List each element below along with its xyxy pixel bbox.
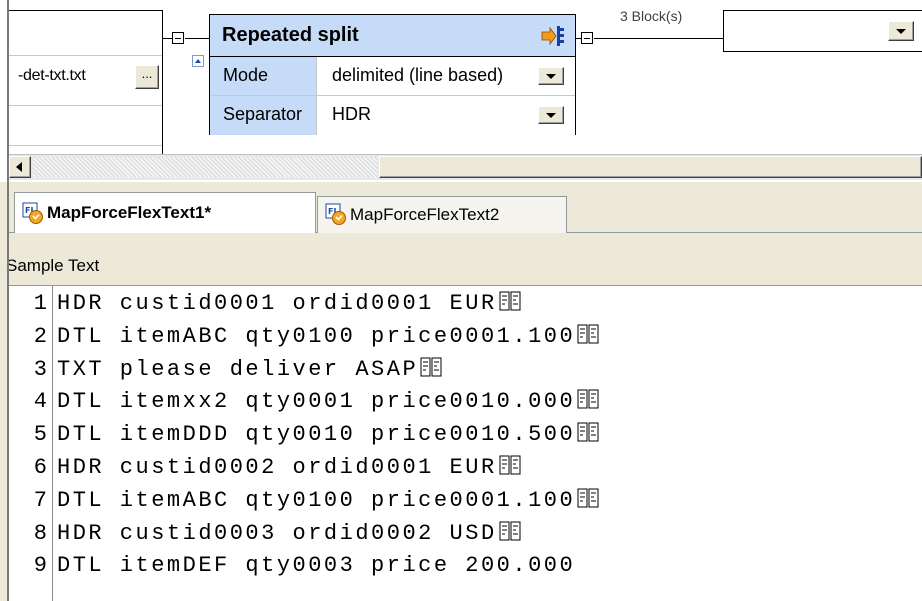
line-break-icon bbox=[499, 521, 521, 541]
repeated-split-header[interactable]: Repeated split bbox=[210, 15, 575, 57]
output-connector[interactable] bbox=[581, 32, 593, 44]
separator-dropdown[interactable] bbox=[538, 106, 564, 124]
mode-value: delimited (line based) bbox=[332, 65, 504, 85]
line-break-icon bbox=[420, 357, 442, 377]
line-text: DTL itemDDD qty0010 price0010.500 bbox=[57, 422, 599, 447]
line-content: TXT please deliver ASAP bbox=[57, 356, 419, 382]
sample-text-header: Sample Text bbox=[6, 234, 922, 286]
tab-label: MapForceFlexText1* bbox=[47, 203, 212, 222]
line-number: 1 bbox=[33, 291, 47, 316]
separator-row: Separator HDR bbox=[210, 96, 575, 134]
source-file-row: -det-txt.txt ... bbox=[9, 55, 162, 106]
line-content: DTL itemDDD qty0010 price0010.500 bbox=[57, 422, 576, 448]
line-content: HDR custid0003 ordid0002 USD bbox=[57, 520, 497, 546]
text-line[interactable]: 3 TXT please deliver ASAP bbox=[9, 352, 922, 385]
source-option-row bbox=[9, 105, 162, 229]
mode-label: Mode bbox=[223, 65, 269, 85]
text-line[interactable]: 8 HDR custid0003 ordid0002 USD bbox=[9, 516, 922, 549]
line-number: 4 bbox=[33, 389, 47, 415]
sample-text-editor[interactable]: 1 HDR custid0001 ordid0001 EUR 2 DTL itemAB… bbox=[9, 286, 922, 601]
line-break-icon bbox=[499, 455, 521, 475]
line-number: 2 bbox=[33, 323, 47, 349]
frame-border bbox=[7, 0, 9, 601]
target-component[interactable] bbox=[723, 10, 922, 52]
browse-file-button[interactable]: ... bbox=[135, 65, 159, 89]
line-number: 6 bbox=[33, 455, 47, 480]
connection-line bbox=[594, 38, 723, 39]
line-text: DTL itemDEF qty0003 price 200.000 bbox=[57, 553, 575, 578]
line-text: DTL itemABC qty0100 price0001.100 bbox=[57, 324, 599, 349]
line-text: HDR custid0002 ordid0001 EUR bbox=[57, 455, 521, 480]
collapse-icon[interactable] bbox=[192, 55, 204, 67]
source-component[interactable]: -det-txt.txt ... bbox=[9, 10, 163, 229]
line-break-icon bbox=[499, 291, 521, 311]
scrollbar-thumb[interactable] bbox=[379, 156, 922, 178]
line-number: 7 bbox=[33, 487, 47, 513]
line-text: DTL itemABC qty0100 price0001.100 bbox=[57, 488, 599, 513]
split-icon bbox=[540, 24, 566, 48]
line-break-icon bbox=[577, 324, 599, 344]
text-line[interactable]: 4 DTL itemxx2 qty0001 price0010.000 bbox=[9, 384, 922, 417]
column-divider bbox=[316, 57, 317, 135]
tab-bar: FL MapForceFlexText1* FL MapForceFlexTex… bbox=[9, 182, 922, 234]
source-component-header-row bbox=[9, 11, 162, 56]
line-content: DTL itemDEF qty0003 price 200.000 bbox=[57, 553, 576, 579]
tab-mapforceflextext1[interactable]: FL MapForceFlexText1* bbox=[14, 192, 316, 233]
line-number: 3 bbox=[33, 356, 47, 382]
line-number: 8 bbox=[33, 520, 47, 546]
flextext-icon: FL bbox=[325, 203, 346, 225]
scrollbar-track[interactable] bbox=[33, 157, 377, 177]
tab-mapforceflextext2[interactable]: FL MapForceFlexText2 bbox=[317, 196, 567, 233]
line-text: TXT please deliver ASAP bbox=[57, 357, 442, 382]
tab-label: MapForceFlexText2 bbox=[350, 205, 500, 224]
source-file-name: -det-txt.txt bbox=[18, 67, 86, 84]
text-line[interactable]: 1 HDR custid0001 ordid0001 EUR bbox=[9, 286, 922, 319]
sample-text-label: Sample Text bbox=[6, 256, 100, 275]
line-text: DTL itemxx2 qty0001 price0010.000 bbox=[57, 389, 599, 414]
mode-row: Mode delimited (line based) bbox=[210, 57, 575, 96]
connection-line bbox=[185, 38, 209, 39]
repeated-split-component[interactable]: Repeated split Mode delimited (line base… bbox=[209, 14, 576, 135]
text-line[interactable]: 6 HDR custid0002 ordid0001 EUR bbox=[9, 450, 922, 483]
flextext-icon: FL bbox=[22, 202, 43, 224]
chevron-down-icon bbox=[896, 29, 906, 34]
output-connector[interactable] bbox=[172, 32, 184, 44]
line-number: 9 bbox=[33, 553, 47, 579]
chevron-down-icon bbox=[546, 74, 556, 79]
text-line[interactable]: 9 DTL itemDEF qty0003 price 200.000 bbox=[9, 548, 922, 581]
scroll-left-arrow-icon[interactable] bbox=[9, 156, 31, 178]
text-line[interactable]: 5 DTL itemDDD qty0010 price0010.500 bbox=[9, 417, 922, 450]
line-content: DTL itemxx2 qty0001 price0010.000 bbox=[57, 389, 576, 415]
mode-dropdown[interactable] bbox=[538, 67, 564, 85]
chevron-down-icon bbox=[546, 113, 556, 118]
separator-label: Separator bbox=[223, 104, 303, 124]
line-break-icon bbox=[577, 389, 599, 409]
text-line[interactable]: 2 DTL itemABC qty0100 price0001.100 bbox=[9, 319, 922, 352]
target-option-dropdown[interactable] bbox=[888, 21, 914, 41]
line-content: HDR custid0001 ordid0001 EUR bbox=[57, 291, 497, 316]
horizontal-scrollbar[interactable] bbox=[9, 154, 922, 180]
line-number: 5 bbox=[33, 422, 47, 448]
text-line[interactable]: 7 DTL itemABC qty0100 price0001.100 bbox=[9, 483, 922, 516]
line-content: HDR custid0002 ordid0001 EUR bbox=[57, 455, 497, 480]
line-content: DTL itemABC qty0100 price0001.100 bbox=[57, 323, 576, 349]
repeated-split-title: Repeated split bbox=[222, 24, 359, 46]
line-text: HDR custid0003 ordid0002 USD bbox=[57, 521, 521, 546]
line-content: DTL itemABC qty0100 price0001.100 bbox=[57, 487, 576, 513]
block-count-label: 3 Block(s) bbox=[620, 8, 683, 24]
line-text: HDR custid0001 ordid0001 EUR bbox=[57, 291, 521, 316]
line-break-icon bbox=[577, 422, 599, 442]
separator-value[interactable]: HDR bbox=[332, 104, 371, 125]
repeated-split-body: Mode delimited (line based) Separator HD… bbox=[210, 57, 575, 135]
line-break-icon bbox=[577, 488, 599, 508]
